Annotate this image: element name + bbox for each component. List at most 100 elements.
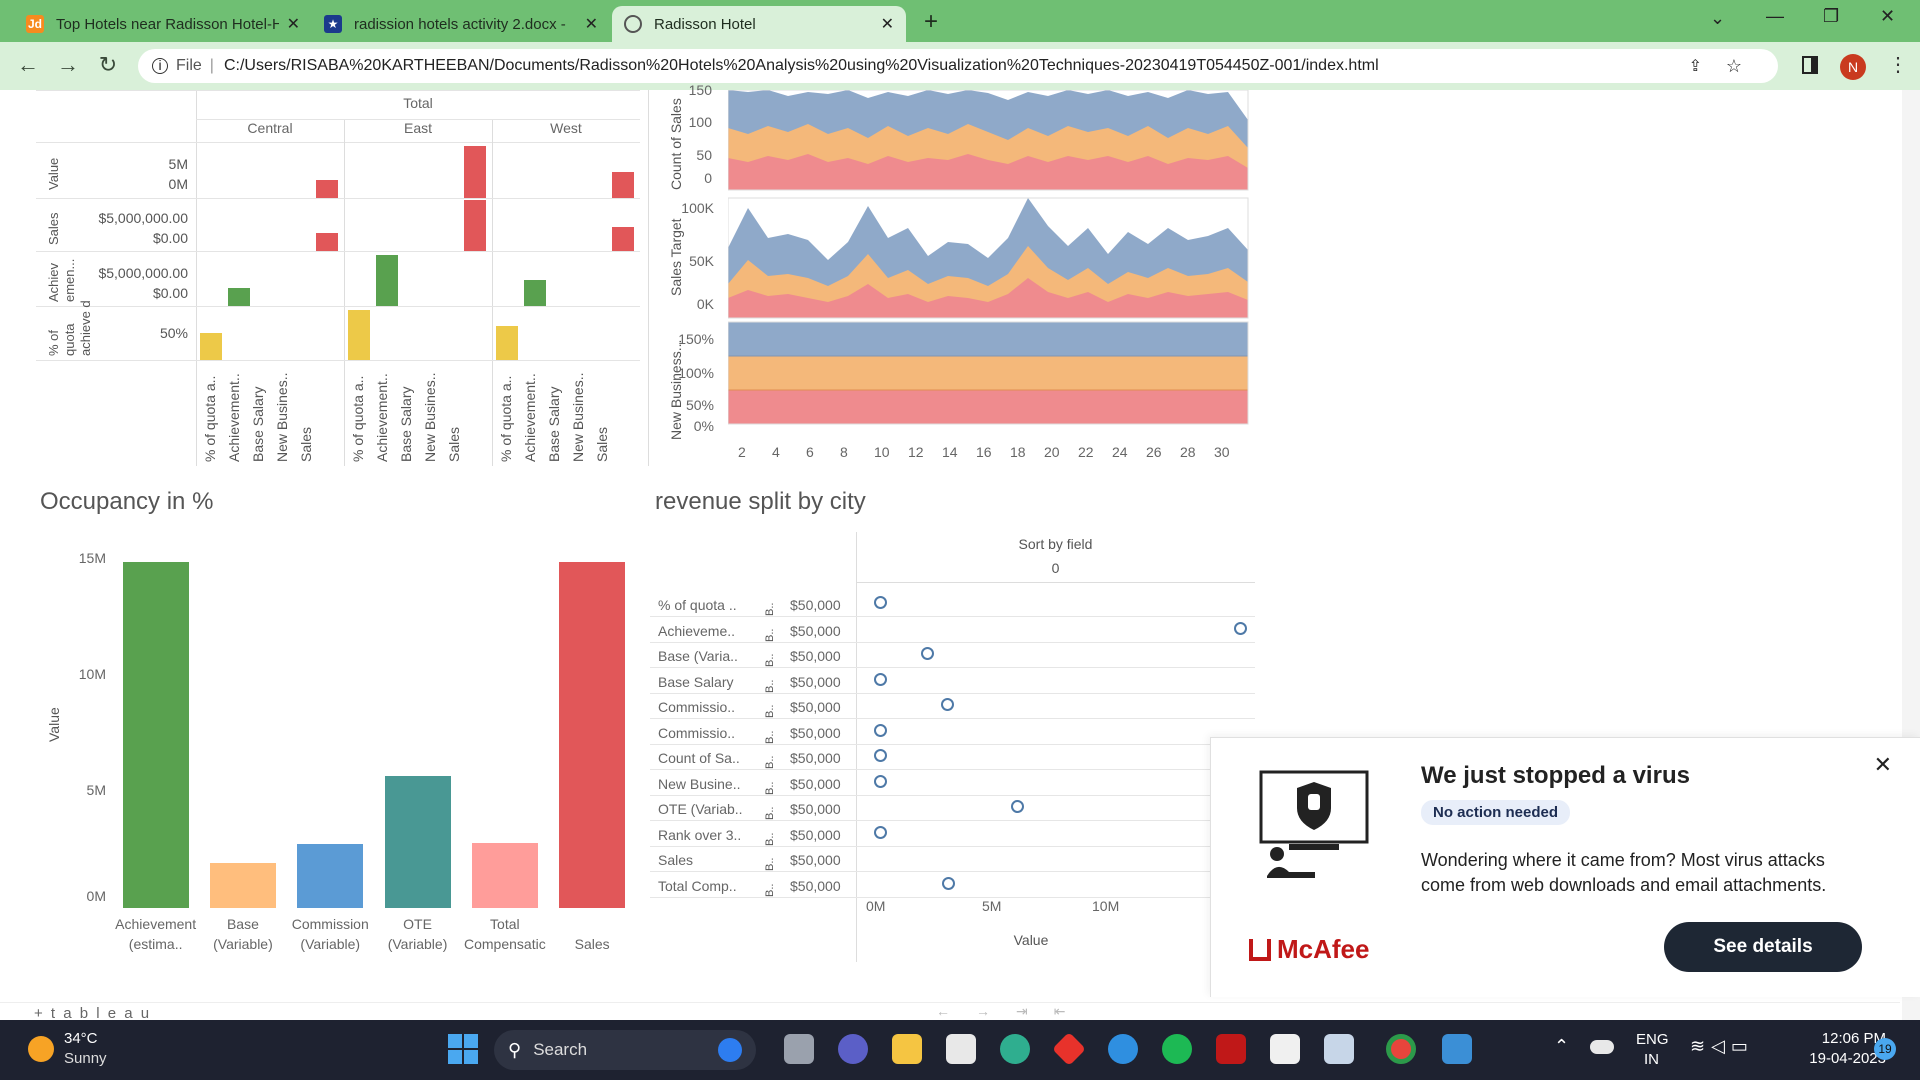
task-view-icon[interactable] xyxy=(784,1034,814,1064)
onedrive-icon[interactable] xyxy=(1590,1040,1614,1054)
sun-icon[interactable] xyxy=(28,1036,54,1062)
occupancy-bar[interactable] xyxy=(297,843,364,908)
category-label: Sales xyxy=(574,936,610,952)
row-divider xyxy=(650,820,1255,821)
new-tab-button[interactable]: + xyxy=(924,8,938,36)
teams-icon[interactable] xyxy=(838,1034,868,1064)
row-divider xyxy=(650,692,1255,694)
word-icon: ★ xyxy=(324,15,342,33)
new-business-area xyxy=(728,321,1249,425)
data-point[interactable] xyxy=(874,596,887,609)
data-point[interactable] xyxy=(1010,800,1024,813)
help-icon[interactable] xyxy=(1108,1034,1138,1064)
row-sublabel: B.. xyxy=(764,679,776,693)
forward-icon[interactable]: → xyxy=(54,52,82,78)
weather-desc: Sunny xyxy=(64,1050,107,1067)
occupancy-bar[interactable] xyxy=(122,561,189,908)
clock-time[interactable]: 12:06 PM xyxy=(1786,1030,1886,1047)
tab-search-icon[interactable]: ⌄ xyxy=(1710,8,1725,29)
edge-icon[interactable] xyxy=(1000,1034,1030,1064)
back-icon[interactable]: ← xyxy=(14,52,42,78)
bar-central-sales[interactable] xyxy=(316,233,338,251)
notification-badge[interactable]: 19 xyxy=(1874,1038,1896,1060)
tab-word[interactable]: ★ radission hotels activity 2.docx - ✕ xyxy=(312,6,610,42)
restore-button[interactable]: ❐ xyxy=(1823,6,1839,27)
bing-icon[interactable] xyxy=(718,1038,742,1062)
occupancy-bar[interactable] xyxy=(384,776,451,908)
bar-west-achievement[interactable] xyxy=(524,280,546,306)
row-amount: $50,000 xyxy=(790,648,841,664)
see-details-button[interactable]: See details xyxy=(1664,922,1862,972)
bar-west-value[interactable] xyxy=(612,172,634,198)
close-icon[interactable]: ✕ xyxy=(881,14,894,34)
data-point[interactable] xyxy=(874,774,887,788)
row-sublabel: B.. xyxy=(764,857,776,871)
popup-title: We just stopped a virus xyxy=(1421,762,1690,789)
tableau-nav-controls[interactable]: ←→⇥⇤ xyxy=(936,1003,1091,1020)
data-point[interactable] xyxy=(874,825,887,839)
share-icon[interactable]: ⇪ xyxy=(1689,56,1702,76)
occupancy-bar[interactable] xyxy=(209,863,276,908)
info-icon[interactable]: i xyxy=(152,58,168,74)
bar-central-pct[interactable] xyxy=(200,333,222,360)
system-tray-icons[interactable]: ≋◁▭ xyxy=(1690,1036,1754,1057)
data-point[interactable] xyxy=(920,647,934,660)
app-icon[interactable] xyxy=(1324,1034,1354,1064)
app-icon[interactable] xyxy=(1052,1032,1086,1066)
tick-5m: 5M xyxy=(168,156,188,172)
row-label: Sales xyxy=(658,852,694,868)
clock-date: 19-04-2023 xyxy=(1809,1050,1886,1067)
close-window-button[interactable]: ✕ xyxy=(1880,6,1895,27)
bar-east-achievement[interactable] xyxy=(376,255,398,306)
minimize-button[interactable]: — xyxy=(1766,6,1784,27)
panel-divider xyxy=(856,532,857,962)
chevron-up-icon[interactable]: ⌃ xyxy=(1554,1036,1569,1057)
close-icon[interactable]: ✕ xyxy=(1874,752,1892,778)
bar-central-achievement[interactable] xyxy=(228,288,250,306)
bar-west-sales[interactable] xyxy=(612,227,634,251)
tab-justdial[interactable]: Jd Top Hotels near Radisson Hotel-H ✕ xyxy=(14,6,312,42)
bar-east-sales[interactable] xyxy=(464,200,486,251)
spotify-icon[interactable] xyxy=(1162,1034,1192,1064)
row-label: Commissio.. xyxy=(658,699,736,715)
table-divider xyxy=(492,120,493,466)
data-point[interactable] xyxy=(874,672,887,686)
paint-icon[interactable] xyxy=(1442,1034,1472,1064)
menu-icon[interactable]: ⋮ xyxy=(1888,52,1908,77)
sales-target-area xyxy=(728,197,1249,319)
data-point[interactable] xyxy=(874,723,887,737)
data-point[interactable] xyxy=(1234,621,1248,635)
occupancy-bar[interactable] xyxy=(559,561,626,908)
mcafee-icon[interactable] xyxy=(1216,1034,1246,1064)
reload-icon[interactable]: ↻ xyxy=(94,52,122,78)
close-icon[interactable]: ✕ xyxy=(287,14,300,34)
bar-east-pct[interactable] xyxy=(348,310,370,360)
file-explorer-icon[interactable] xyxy=(892,1034,922,1064)
weather-temp[interactable]: 34°C xyxy=(64,1030,98,1047)
bar-west-pct[interactable] xyxy=(496,326,518,360)
language[interactable]: ENG xyxy=(1636,1031,1669,1048)
profile-avatar[interactable]: N xyxy=(1840,54,1866,80)
occupancy-bar[interactable] xyxy=(471,842,538,908)
store-icon[interactable] xyxy=(946,1034,976,1064)
app-icon[interactable] xyxy=(1270,1034,1300,1064)
x-tick: 16 xyxy=(976,444,992,460)
data-point[interactable] xyxy=(874,749,887,762)
tick-15m: 15M xyxy=(78,550,106,566)
tab-radisson[interactable]: Radisson Hotel ✕ xyxy=(612,6,906,42)
data-point[interactable] xyxy=(940,698,954,711)
bar-east-value[interactable] xyxy=(464,146,486,198)
bar-central-value[interactable] xyxy=(316,180,338,198)
search-icon: ⚲ xyxy=(508,1039,522,1060)
taskbar-search[interactable]: ⚲ Search xyxy=(494,1030,756,1070)
row-amount: $50,000 xyxy=(790,750,841,766)
sort-by-field-label[interactable]: Sort by field xyxy=(856,536,1255,552)
sidepanel-icon[interactable] xyxy=(1802,56,1818,74)
url-field[interactable]: i File | C:/Users/RISABA%20KARTHEEBAN/Do… xyxy=(138,49,1778,83)
bookmark-star-icon[interactable]: ☆ xyxy=(1726,56,1742,77)
close-icon[interactable]: ✕ xyxy=(585,14,598,34)
tick-5m: 5M xyxy=(982,898,1002,914)
chrome-icon[interactable] xyxy=(1386,1034,1416,1064)
windows-start-icon[interactable] xyxy=(448,1034,478,1064)
data-point[interactable] xyxy=(941,876,955,890)
